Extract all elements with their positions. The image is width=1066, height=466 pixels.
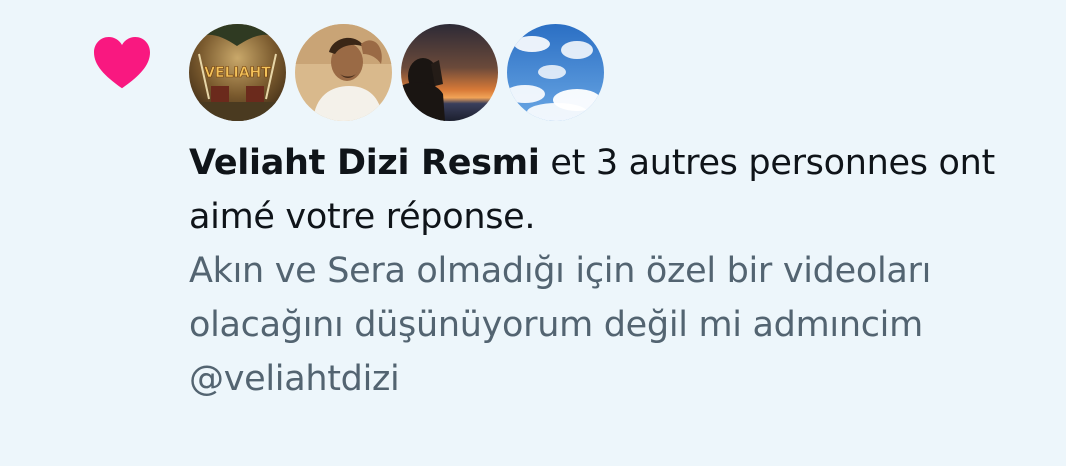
heart-icon: [94, 37, 150, 89]
man-portrait-avatar[interactable]: [295, 24, 392, 121]
notification-text: Veliaht Dizi Resmi et 3 autres personnes…: [189, 136, 1049, 406]
notification-summary: Veliaht Dizi Resmi et 3 autres personnes…: [189, 136, 1049, 244]
actor-name[interactable]: Veliaht Dizi Resmi: [189, 143, 540, 183]
sky-clouds-avatar[interactable]: [507, 24, 604, 121]
svg-text:VELIAHT: VELIAHT: [204, 65, 271, 81]
reply-text: Akın ve Sera olmadığı için özel bir vide…: [189, 251, 932, 399]
veliaht-avatar[interactable]: VELIAHT: [189, 24, 286, 121]
like-notification[interactable]: VELIAHT Veliaht Dizi Resmi et 3 autres p…: [0, 0, 1066, 466]
avatar-row: VELIAHT: [189, 24, 604, 121]
sunset-silhouette-avatar[interactable]: [401, 24, 498, 121]
